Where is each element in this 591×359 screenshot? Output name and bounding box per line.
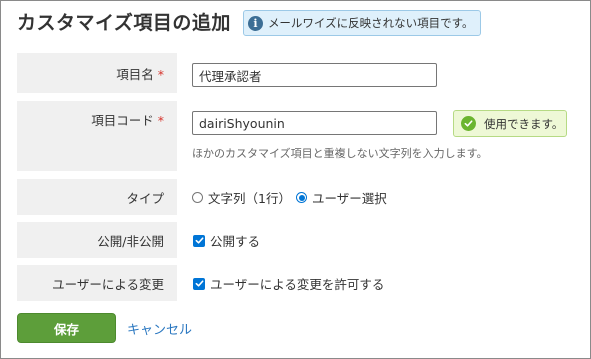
item-name-input[interactable] — [192, 63, 437, 87]
required-mark: * — [157, 67, 164, 82]
visibility-option[interactable]: 公開する — [193, 231, 260, 250]
item-code-label: 項目コード * — [17, 101, 177, 171]
visibility-checkbox[interactable] — [193, 234, 205, 247]
item-code-label-text: 項目コード — [91, 113, 154, 128]
check-circle-icon — [461, 116, 476, 131]
user-change-label-text: ユーザーによる変更 — [52, 277, 164, 292]
type-option-text-label: 文字列（1行） — [208, 191, 291, 206]
visibility-label: 公開/非公開 — [17, 222, 177, 258]
type-option-user-label: ユーザー選択 — [312, 191, 387, 206]
user-change-checkbox[interactable] — [193, 277, 205, 290]
type-label-text: タイプ — [126, 191, 164, 206]
visibility-checkbox-label: 公開する — [210, 234, 261, 249]
info-message: メールワイズに反映されない項目です。 — [267, 16, 474, 30]
save-button[interactable]: 保存 — [17, 313, 116, 343]
availability-badge: 使用できます。 — [453, 110, 567, 137]
cancel-link[interactable]: キャンセル — [127, 319, 192, 338]
type-option-text[interactable]: 文字列（1行） — [192, 188, 291, 207]
page-title: カスタマイズ項目の追加 — [17, 12, 231, 34]
type-label: タイプ — [17, 179, 177, 215]
user-change-checkbox-label: ユーザーによる変更を許可する — [210, 277, 385, 292]
info-badge: i メールワイズに反映されない項目です。 — [242, 10, 482, 36]
radio-user-selected[interactable] — [296, 192, 307, 203]
item-code-help: ほかのカスタマイズ項目と重複しない文字列を入力します。 — [192, 147, 488, 160]
radio-text[interactable] — [192, 192, 203, 203]
type-option-user[interactable]: ユーザー選択 — [296, 188, 387, 207]
item-code-input[interactable] — [192, 111, 437, 135]
dialog-frame: カスタマイズ項目の追加 i メールワイズに反映されない項目です。 項目名* 項目… — [0, 0, 591, 359]
user-change-label: ユーザーによる変更 — [17, 265, 177, 301]
item-name-label: 項目名 * — [17, 53, 177, 93]
info-icon: i — [247, 15, 263, 31]
item-name-label-text: 項目名 — [116, 67, 154, 82]
availability-status: 使用できます。 — [484, 116, 564, 131]
required-mark: * — [157, 113, 164, 128]
user-change-option[interactable]: ユーザーによる変更を許可する — [193, 274, 384, 293]
header: カスタマイズ項目の追加 i メールワイズに反映されない項目です。 — [17, 10, 482, 36]
visibility-label-text: 公開/非公開 — [97, 234, 164, 249]
